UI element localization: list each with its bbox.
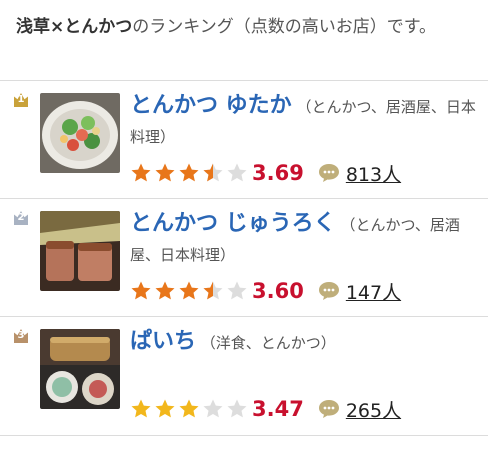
restaurant-photo[interactable] [40,93,120,173]
rating-score: 3.69 [252,161,304,185]
intro-area-genre: 浅草×とんかつ [16,17,133,37]
review-bubble-icon [318,282,339,300]
star-rating [130,398,250,420]
restaurant-info: とんかつ ゆたか （とんかつ、居酒屋、日本料理） [130,91,480,152]
restaurant-info: とんかつ じゅうろく （とんかつ、居酒屋、日本料理） [130,209,480,270]
rank-number: 2 [17,212,25,223]
review-count-link[interactable]: 147人 [346,278,401,305]
set-meal-photo-icon [40,329,120,409]
star-rating [130,162,250,184]
restaurant-name-link[interactable]: ぱいち [130,329,196,354]
star-full-icon [179,281,199,300]
restaurant-name-link[interactable]: とんかつ ゆたか [130,93,292,118]
star-rating [130,280,250,302]
rating-row: 3.69 813人 [130,159,401,187]
star-half-icon [203,163,223,182]
restaurant-photo[interactable] [40,329,120,409]
star-empty-icon [227,281,247,300]
star-full-icon [131,399,151,418]
star-empty-icon [227,399,247,418]
star-half-icon [203,281,223,300]
restaurant-genre: （洋食、とんかつ） [200,334,336,352]
star-full-icon [155,163,175,182]
restaurant-photo[interactable] [40,211,120,291]
star-full-icon [131,281,151,300]
review-count-link[interactable]: 813人 [346,160,401,187]
star-empty-icon [227,163,247,182]
review-count-link[interactable]: 265人 [346,396,401,423]
intro-text: のランキング（点数の高いお店）です。 [132,17,437,37]
rank-number: 3 [17,330,25,341]
ranking-item-2: 2 とんかつ じゅうろく （とんかつ、居酒屋、日本料理） 3.60 147人 [0,198,488,317]
review-bubble-icon [318,400,339,418]
crown-rank-icon: 1 [14,93,28,107]
ranking-item-3: 3 ぱいち （洋食、とんかつ） 3.47 265人 [0,316,488,436]
rank-number: 1 [17,94,25,105]
review-bubble-icon [318,164,339,182]
star-full-icon [155,399,175,418]
star-full-icon [155,281,175,300]
rating-score: 3.60 [252,279,304,303]
star-full-icon [131,163,151,182]
star-empty-icon [203,399,223,418]
restaurant-name-link[interactable]: とんかつ じゅうろく [130,211,336,236]
star-full-icon [179,163,199,182]
salad-photo-icon [40,93,120,173]
ranking-item-1: 1 とんかつ ゆたか （とんかつ、居酒屋、日本料理） 3.69 813人 [0,80,488,199]
tonkatsu-photo-icon [40,211,120,291]
rating-row: 3.47 265人 [130,395,401,423]
crown-rank-icon: 3 [14,329,28,343]
crown-rank-icon: 2 [14,211,28,225]
rating-row: 3.60 147人 [130,277,401,305]
restaurant-info: ぱいち （洋食、とんかつ） [130,327,480,358]
star-full-icon [179,399,199,418]
rating-score: 3.47 [252,397,304,421]
ranking-intro: 浅草×とんかつのランキング（点数の高いお店）です。 [0,0,496,80]
